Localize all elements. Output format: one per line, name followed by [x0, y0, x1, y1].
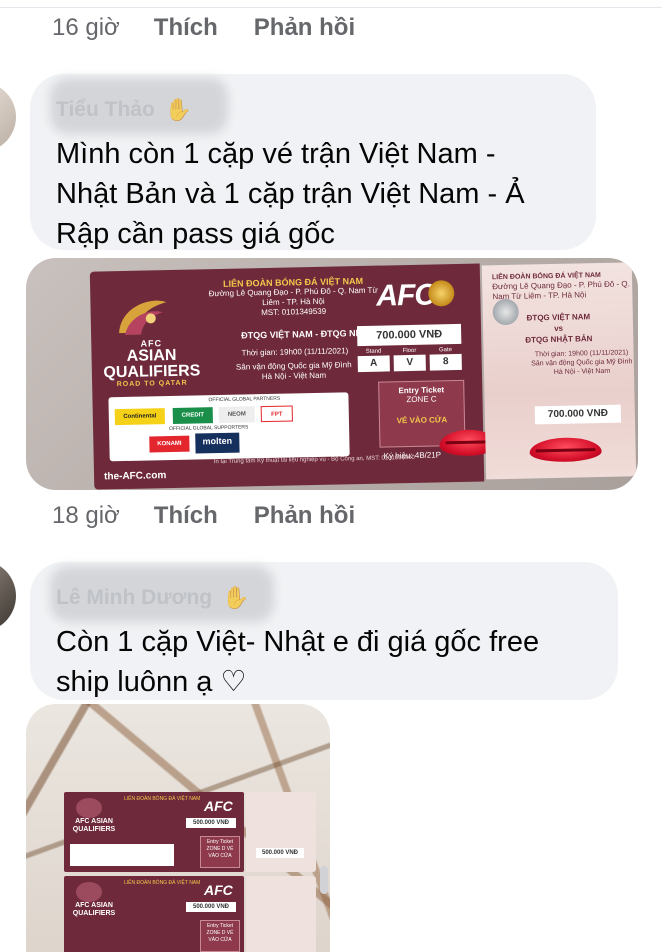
federation: LIÊN ĐOÀN BÓNG ĐÁ VIỆT NAM: [124, 796, 201, 802]
venue: Sân vận động Quốc gia Mỹ Đình Hà Nội - V…: [235, 360, 352, 382]
gate-text: VÉ VÀO CỬA: [396, 415, 448, 426]
mini-stub: [246, 876, 316, 952]
reply-button[interactable]: Phản hồi: [254, 14, 355, 42]
comment-text: Mình còn 1 cặp vé trận Việt Nam - Nhật B…: [56, 134, 570, 254]
sponsor-logo: molten: [195, 432, 240, 454]
gate-value: 8: [429, 353, 462, 371]
tax-code: MST: 0101349539: [261, 306, 327, 318]
entry-box: Entry Ticket ZONE D VÉ VÀO CỬA: [200, 836, 240, 868]
ticket-header: LIÊN ĐOÀN BÓNG ĐÁ VIỆT NAM Đường Lê Quan…: [208, 276, 379, 320]
ticket-main: AFC ASIAN QUALIFIERS ROAD TO QATAR LIÊN …: [89, 263, 498, 490]
comment-actions-0: 16 giờ Thích Phản hồi: [52, 14, 391, 42]
comment-author[interactable]: Lê Minh Dương ✋: [50, 566, 592, 622]
ticket-photo[interactable]: LIÊN ĐOÀN BÓNG ĐÁ VIỆT NAM AFC AFC ASIAN…: [26, 704, 330, 952]
afc-qualifiers-logo: [119, 300, 167, 335]
avatar[interactable]: [0, 560, 16, 632]
qualifiers-label: AFC ASIAN QUALIFIERS: [72, 818, 116, 833]
like-button[interactable]: Thích: [154, 502, 218, 530]
afc-brand: AFC: [204, 798, 233, 814]
partners-label: OFFICIAL GLOBAL PARTNERS: [208, 395, 281, 404]
afc-qualifiers-text: AFC ASIAN QUALIFIERS ROAD TO QATAR: [101, 337, 202, 388]
stub-medal-icon: [492, 298, 519, 326]
afc-url: the-AFC.com: [103, 470, 167, 483]
sponsor-logo: KONAMI: [149, 435, 190, 453]
sponsor-logo: Continental: [114, 408, 165, 426]
comment-line: Rập cần pass giá gốc: [56, 218, 335, 250]
afc-brand: AFC: [204, 882, 233, 898]
ticket-price: 700.000 VNĐ: [356, 323, 462, 347]
comment-time[interactable]: 18 giờ: [52, 502, 120, 530]
avatar[interactable]: [0, 82, 16, 152]
afc-brand: AFC: [376, 278, 436, 313]
comment-time[interactable]: 16 giờ: [52, 14, 120, 42]
supporters-label: OFFICIAL GLOBAL SUPPORTERS: [169, 424, 249, 433]
afc-qualifiers-logo: [76, 798, 102, 818]
like-button[interactable]: Thích: [154, 14, 218, 42]
afc-qualifiers-logo: [76, 882, 102, 902]
zone-label: ZONE C: [406, 394, 437, 405]
sponsor-logo: FPT: [260, 405, 293, 423]
comment-bubble: Tiểu Thảo ✋ Mình còn 1 cặp vé trận Việt …: [30, 74, 596, 250]
comment-line: Mình còn 1 cặp vé trận Việt Nam -: [56, 138, 496, 170]
ticket: AFC ASIAN QUALIFIERS ROAD TO QATAR LIÊN …: [89, 260, 637, 490]
match-date: Thời gian: 19h00 (11/11/2021): [241, 346, 349, 358]
stub-address: Đường Lê Quang Đạo - P. Phú Đô - Q. Nam …: [492, 279, 630, 302]
entry-box: Entry Ticket ZONE D VÉ VÀO CỬA: [200, 920, 240, 952]
stub-match: ĐTQG VIỆT NAM vs ĐTQG NHẬT BẢN: [525, 311, 593, 346]
stub-header: LIÊN ĐOÀN BÓNG ĐÁ VIỆT NAM Đường Lê Quan…: [492, 270, 633, 302]
ticket-price: 500.000 VNĐ: [186, 902, 236, 912]
stub-team-2: ĐTQG NHẬT BẢN: [525, 334, 593, 345]
sponsors-panel: [70, 844, 174, 866]
lips-sticker-icon: [529, 437, 602, 463]
sponsors-panel: OFFICIAL GLOBAL PARTNERS Continental CRE…: [108, 392, 350, 462]
mini-ticket: LIÊN ĐOÀN BÓNG ĐÁ VIỆT NAM AFC AFC ASIAN…: [64, 876, 244, 952]
top-divider: [0, 0, 662, 8]
mini-stub: 500.000 VNĐ: [246, 792, 316, 872]
qualifiers-label: AFC ASIAN QUALIFIERS: [72, 902, 116, 917]
comment-author[interactable]: Tiểu Thảo ✋: [50, 78, 570, 134]
sponsor-logo: NEOM: [218, 406, 255, 424]
ticket-stub: LIÊN ĐOÀN BÓNG ĐÁ VIỆT NAM Đường Lê Quan…: [481, 262, 637, 480]
comment-bubble: Lê Minh Dương ✋ Còn 1 cặp Việt- Nhật e đ…: [30, 562, 618, 700]
stub-price: 700.000 VNĐ: [534, 404, 622, 425]
wave-hand-icon: ✋: [164, 97, 193, 122]
stub-price: 500.000 VNĐ: [256, 848, 304, 858]
stub-team-1: ĐTQG VIỆT NAM: [526, 312, 591, 323]
wave-hand-icon: ✋: [222, 585, 250, 610]
author-name[interactable]: Lê Minh Dương: [56, 586, 212, 610]
ticket-price: 500.000 VNĐ: [186, 818, 236, 828]
scroll-indicator[interactable]: [320, 866, 328, 894]
stub-venue-text: Sân vận động Quốc gia Mỹ Đình Hà Nội - V…: [531, 358, 633, 376]
afc-medal-icon: [428, 280, 455, 307]
stub-date: Thời gian: 19h00 (11/11/2021) Sân vận độ…: [530, 348, 635, 377]
road-label: ROAD TO QATAR: [116, 379, 188, 389]
comment-line: Nhật Bản và 1 cặp trận Việt Nam - Ả: [56, 178, 525, 210]
mini-ticket: LIÊN ĐOÀN BÓNG ĐÁ VIỆT NAM AFC AFC ASIAN…: [64, 792, 244, 872]
reply-button[interactable]: Phản hồi: [254, 502, 355, 530]
federation: LIÊN ĐOÀN BÓNG ĐÁ VIỆT NAM: [124, 880, 201, 886]
comment-line: ship luônn ạ ♡: [56, 666, 247, 698]
stand-value: A: [357, 355, 390, 373]
sponsor-logo: CREDIT SAISON: [172, 407, 213, 435]
ticket-photo[interactable]: AFC ASIAN QUALIFIERS ROAD TO QATAR LIÊN …: [26, 258, 638, 490]
comment-line: Còn 1 cặp Việt- Nhật e đi giá gốc free: [56, 626, 540, 658]
comment-actions-1: 18 giờ Thích Phản hồi: [52, 502, 391, 530]
comment-text: Còn 1 cặp Việt- Nhật e đi giá gốc free s…: [56, 622, 592, 702]
seat-info: Stand A Floor V Gate 8: [357, 346, 462, 373]
comments-thread: 16 giờ Thích Phản hồi Tiểu Thảo ✋ Mình c…: [0, 0, 662, 952]
author-name[interactable]: Tiểu Thảo: [56, 98, 155, 122]
floor-value: V: [393, 354, 426, 372]
